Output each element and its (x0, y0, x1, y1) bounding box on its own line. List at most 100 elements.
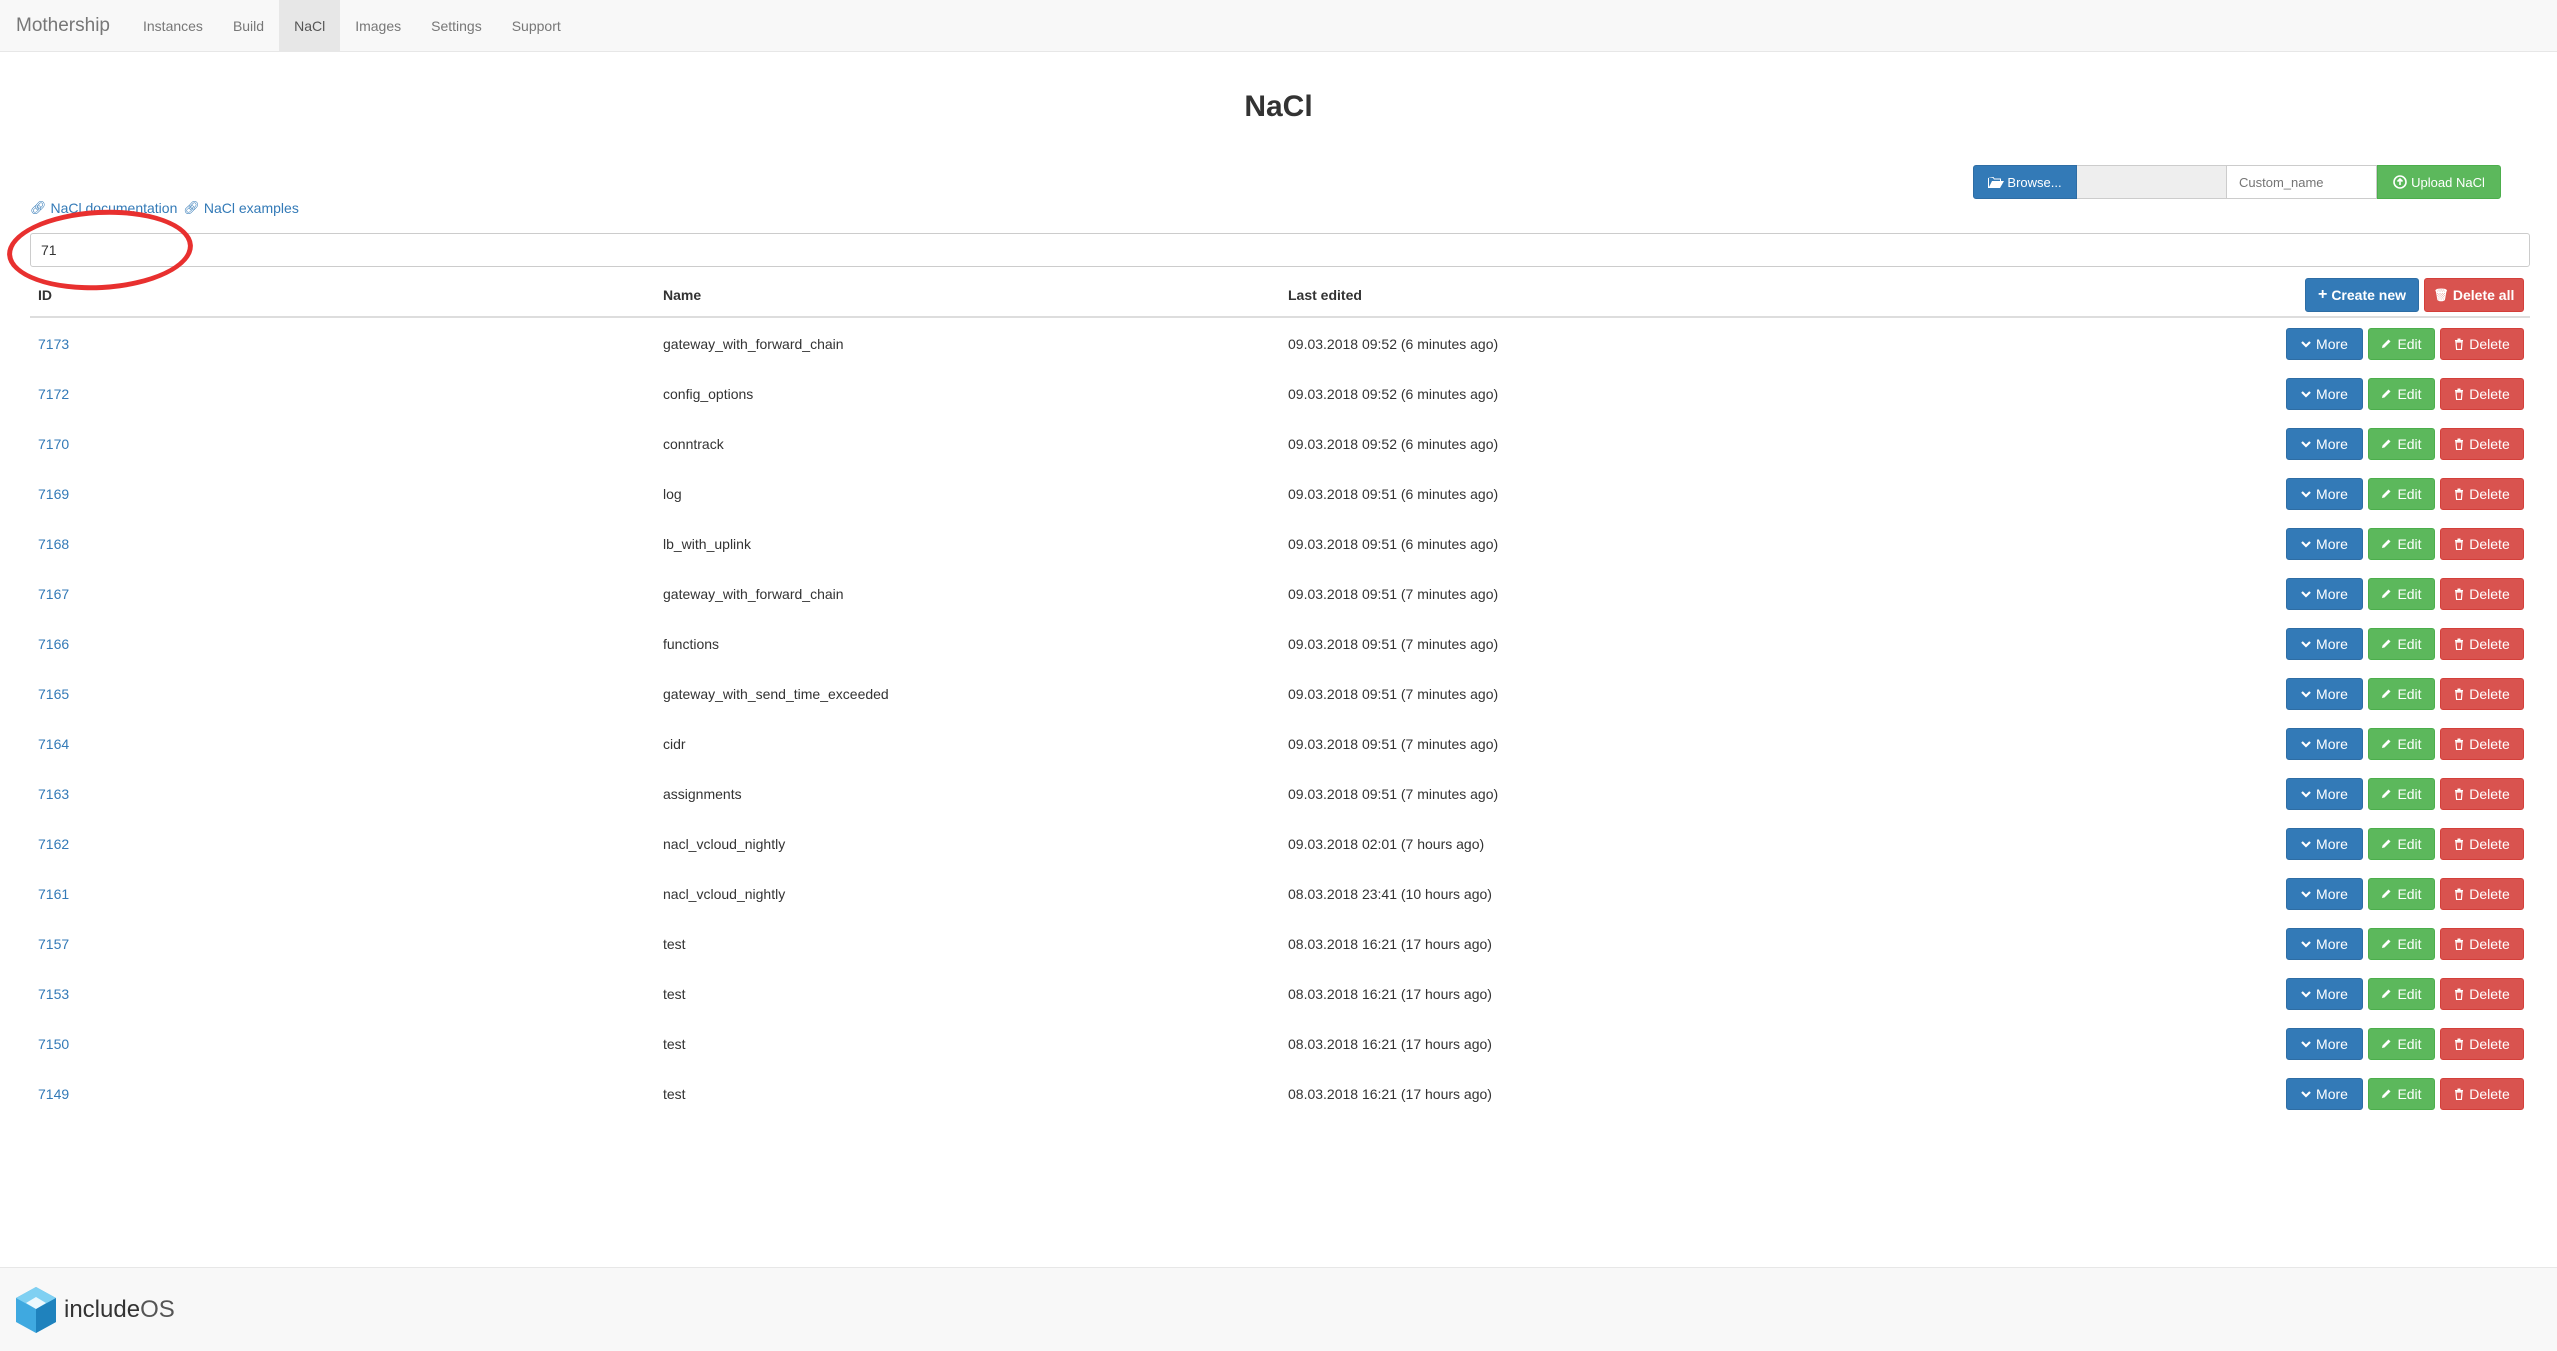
delete-button[interactable]: Delete (2440, 727, 2524, 760)
create-new-button[interactable]: + Create new (2305, 278, 2419, 312)
more-button[interactable]: More (2286, 877, 2363, 910)
more-button[interactable]: More (2286, 977, 2363, 1010)
delete-label: Delete (2469, 1035, 2510, 1052)
edit-button[interactable]: Edit (2368, 827, 2435, 860)
pencil-icon (2382, 1039, 2391, 1048)
row-id-link[interactable]: 7167 (38, 586, 69, 602)
more-button[interactable]: More (2286, 827, 2363, 860)
nacl-examples-link[interactable]: 🔗︎ NaCl examples (183, 200, 298, 216)
more-label: More (2316, 385, 2348, 402)
cell-last-edited: 09.03.2018 02:01 (7 hours ago) (1288, 835, 1485, 852)
edit-button[interactable]: Edit (2368, 577, 2435, 610)
edit-label: Edit (2397, 485, 2422, 502)
delete-button[interactable]: Delete (2440, 777, 2524, 810)
more-button[interactable]: More (2286, 627, 2363, 660)
nav-images[interactable]: Images (340, 0, 416, 51)
row-id-link[interactable]: 7166 (38, 636, 69, 652)
row-id-link[interactable]: 7153 (38, 986, 69, 1002)
edit-button[interactable]: Edit (2368, 477, 2435, 510)
delete-button[interactable]: Delete (2440, 877, 2524, 910)
cell-last-edited: 09.03.2018 09:51 (6 minutes ago) (1288, 535, 1499, 552)
more-button[interactable]: More (2286, 1077, 2363, 1110)
row-id-link[interactable]: 7150 (38, 1036, 69, 1052)
cell-id: 7165 (30, 686, 655, 702)
edit-button[interactable]: Edit (2368, 677, 2435, 710)
table-row: 7153 test 08.03.2018 16:21 (17 hours ago… (30, 968, 2530, 1018)
delete-button[interactable]: Delete (2440, 427, 2524, 460)
nacl-documentation-link[interactable]: 🔗︎ NaCl documentation (30, 200, 177, 216)
table-row: 7150 test 08.03.2018 16:21 (17 hours ago… (30, 1018, 2530, 1068)
edit-button[interactable]: Edit (2368, 627, 2435, 660)
delete-button[interactable]: Delete (2440, 577, 2524, 610)
row-id-link[interactable]: 7149 (38, 1086, 69, 1102)
row-id-link[interactable]: 7173 (38, 336, 69, 352)
row-id-link[interactable]: 7172 (38, 386, 69, 402)
row-id-link[interactable]: 7164 (38, 736, 69, 752)
more-button[interactable]: More (2286, 527, 2363, 560)
delete-button[interactable]: Delete (2440, 1077, 2524, 1110)
nav-support[interactable]: Support (497, 0, 576, 51)
delete-button[interactable]: Delete (2440, 527, 2524, 560)
row-id-link[interactable]: 7168 (38, 536, 69, 552)
more-button[interactable]: More (2286, 477, 2363, 510)
row-id-link[interactable]: 7163 (38, 786, 69, 802)
cell-id: 7167 (30, 586, 655, 602)
delete-button[interactable]: Delete (2440, 327, 2524, 360)
table-row: 7170 conntrack 09.03.2018 09:52 (6 minut… (30, 418, 2530, 468)
delete-button[interactable]: Delete (2440, 477, 2524, 510)
delete-all-button[interactable]: 🗑︎ Delete all (2424, 278, 2524, 312)
link-icon: 🔗︎ (183, 200, 200, 215)
chevron-down-icon (2301, 990, 2311, 998)
custom-name-input[interactable] (2227, 165, 2377, 199)
row-id-link[interactable]: 7169 (38, 486, 69, 502)
row-id-link[interactable]: 7165 (38, 686, 69, 702)
includeos-logo[interactable]: includeOS (14, 1285, 175, 1335)
row-id-link[interactable]: 7157 (38, 936, 69, 952)
cell-actions: More Edit Delete (1905, 577, 2530, 610)
delete-button[interactable]: Delete (2440, 627, 2524, 660)
more-button[interactable]: More (2286, 327, 2363, 360)
more-button[interactable]: More (2286, 727, 2363, 760)
browse-button[interactable]: Browse... (1973, 165, 2077, 199)
more-label: More (2316, 735, 2348, 752)
edit-button[interactable]: Edit (2368, 427, 2435, 460)
brand-link[interactable]: Mothership (0, 0, 128, 51)
table-row: 7157 test 08.03.2018 16:21 (17 hours ago… (30, 918, 2530, 968)
nav-build[interactable]: Build (218, 0, 279, 51)
row-id-link[interactable]: 7162 (38, 836, 69, 852)
filter-input[interactable] (30, 233, 2530, 267)
upload-nacl-button[interactable]: Upload NaCl (2377, 165, 2501, 199)
more-button[interactable]: More (2286, 677, 2363, 710)
more-button[interactable]: More (2286, 1027, 2363, 1060)
edit-button[interactable]: Edit (2368, 777, 2435, 810)
edit-button[interactable]: Edit (2368, 727, 2435, 760)
delete-button[interactable]: Delete (2440, 977, 2524, 1010)
more-button[interactable]: More (2286, 577, 2363, 610)
delete-button[interactable]: Delete (2440, 377, 2524, 410)
edit-button[interactable]: Edit (2368, 977, 2435, 1010)
upload-circle-icon (2393, 175, 2407, 189)
edit-button[interactable]: Edit (2368, 1027, 2435, 1060)
more-button[interactable]: More (2286, 927, 2363, 960)
delete-button[interactable]: Delete (2440, 1027, 2524, 1060)
nav-nacl[interactable]: NaCl (279, 0, 341, 51)
row-id-link[interactable]: 7161 (38, 886, 69, 902)
edit-button[interactable]: Edit (2368, 877, 2435, 910)
cell-id: 7150 (30, 1036, 655, 1052)
row-id-link[interactable]: 7170 (38, 436, 69, 452)
edit-button[interactable]: Edit (2368, 1077, 2435, 1110)
edit-button[interactable]: Edit (2368, 377, 2435, 410)
more-button[interactable]: More (2286, 377, 2363, 410)
nav-instances[interactable]: Instances (128, 0, 218, 51)
delete-button[interactable]: Delete (2440, 677, 2524, 710)
nav-settings[interactable]: Settings (416, 0, 497, 51)
edit-button[interactable]: Edit (2368, 927, 2435, 960)
edit-button[interactable]: Edit (2368, 327, 2435, 360)
delete-button[interactable]: Delete (2440, 827, 2524, 860)
edit-button[interactable]: Edit (2368, 527, 2435, 560)
delete-button[interactable]: Delete (2440, 927, 2524, 960)
more-button[interactable]: More (2286, 427, 2363, 460)
cell-actions: More Edit Delete (1905, 827, 2530, 860)
more-button[interactable]: More (2286, 777, 2363, 810)
cell-name: nacl_vcloud_nightly (663, 835, 786, 852)
